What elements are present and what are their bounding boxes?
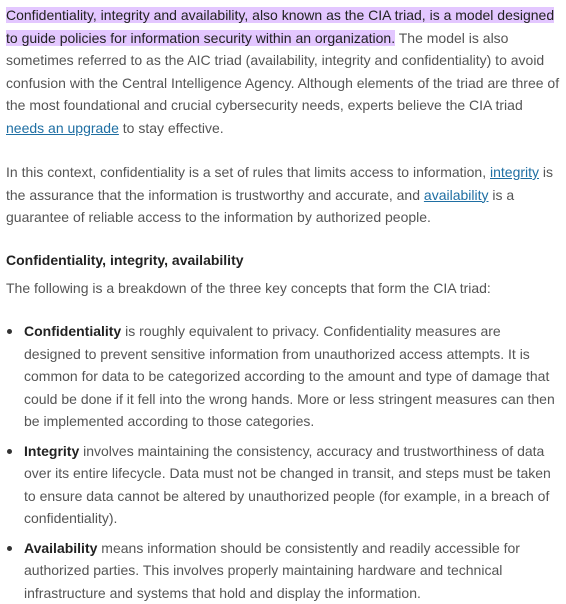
breakdown-intro: The following is a breakdown of the thre… [6,279,491,296]
list-item-text: involves maintaining the consistency, ac… [24,442,551,527]
context-paragraph: In this context, confidentiality is a se… [6,161,560,229]
bullet-icon [7,448,12,454]
bullet-icon [7,329,12,334]
paragraph-text: to stay effective. [118,119,224,136]
integrity-link[interactable]: integrity [490,164,539,180]
paragraph-text: In this context, confidentiality is a se… [6,164,490,180]
list-item-text: means information should be consistently… [24,539,520,601]
list-item-term: Availability [24,539,98,556]
list-item-term: Integrity [24,442,80,459]
list-item-confidentiality: Confidentiality is roughly equivalent to… [6,320,560,433]
bullet-icon [7,545,12,551]
concepts-list: Confidentiality is roughly equivalent to… [6,320,560,604]
list-item-availability: Availability means information should be… [6,537,560,604]
list-item-integrity: Integrity involves maintaining the consi… [6,440,560,530]
article-body: Confidentiality, integrity and availabil… [0,0,566,604]
section-heading: Confidentiality, integrity, availability [6,251,244,268]
availability-link[interactable]: availability [424,187,489,203]
list-item-term: Confidentiality [24,323,122,339]
intro-paragraph: Confidentiality, integrity and availabil… [6,4,560,139]
needs-upgrade-link[interactable]: needs an upgrade [6,120,119,136]
